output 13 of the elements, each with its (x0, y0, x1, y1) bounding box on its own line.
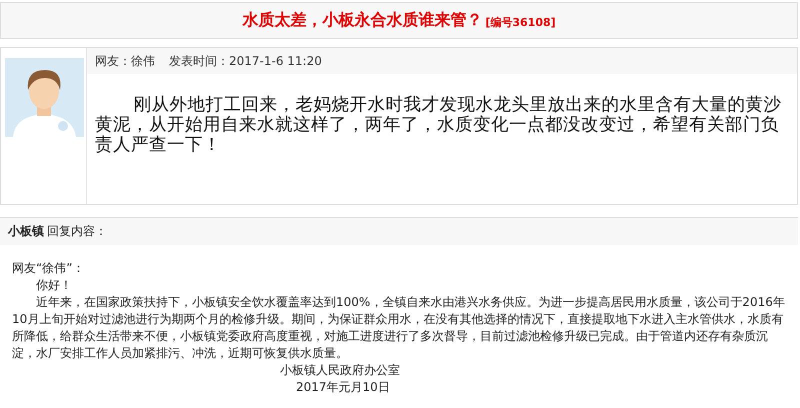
reply-signature: 小板镇人民政府办公室 (279, 362, 401, 379)
avatar-icon (5, 58, 84, 137)
reply-label: 回复内容： (47, 223, 107, 240)
topic-number: [编号36108] (485, 14, 556, 30)
post-body: 刚从外地打工回来，老妈烧开水时我才发现水龙头里放出来的水里含有大量的黄沙黄泥，从开始用自来水就这样了，两年了，水质变化一点都没改变过，希望有关部门负责人严查一下！ (94, 94, 782, 155)
reply-salutation: 你好！ (35, 277, 73, 294)
post-time: 发表时间：2017-1-6 11:20 (169, 52, 322, 70)
post-author: 网友：徐伟 (95, 52, 155, 70)
reply-greeting: 网友“徐伟”： (12, 260, 86, 277)
reply-body: 近年来，在国家政策扶持下，小板镇安全饮水覆盖率达到100%，全镇自来水由港兴水务供应。为进一步提高居民用水质量，该公司于2016年10月上旬开始对过滤池进行为期两个月的检修升级。期间，为保证群众用水，在没有其他选择的情况下，直接提取地下水进入主水管供水，水质有所降低，给群众生活带来不便，小板镇党委政府高度重视，对施工进度进行了多次督导，目前过滤池检修升级已完成。由于管道内还存有杂质沉淀，水厂安排工作人员加紧排污、冲洗，近期可恢复供水质量。 (12, 294, 786, 362)
topic-title: 水质太差，小板永合水质谁来管？ (242, 10, 482, 31)
reply-date: 2017年元月10日 (295, 379, 391, 396)
reply-author: 小板镇 (8, 223, 44, 240)
